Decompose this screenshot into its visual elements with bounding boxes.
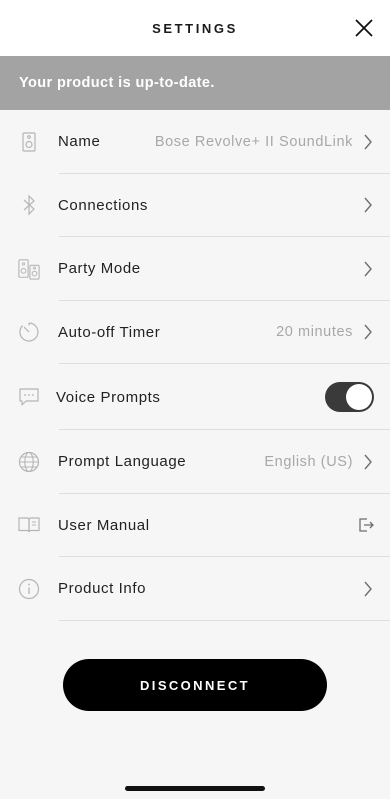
disconnect-button[interactable]: DISCONNECT — [63, 659, 327, 711]
book-icon — [18, 514, 40, 536]
settings-item-product-info[interactable]: Product Info — [0, 557, 390, 621]
settings-item-connections[interactable]: Connections — [0, 174, 390, 238]
chevron-right-icon — [364, 261, 372, 277]
chevron-right-icon — [364, 134, 372, 150]
close-icon[interactable] — [355, 19, 373, 37]
globe-icon — [18, 451, 40, 473]
settings-item-label: User Manual — [58, 516, 150, 534]
settings-item-name[interactable]: Name Bose Revolve+ II SoundLink — [0, 110, 390, 174]
settings-item-label: Prompt Language — [58, 453, 187, 471]
speech-bubble-icon — [18, 386, 40, 408]
settings-item-auto-off-timer[interactable]: Auto-off Timer 20 minutes — [0, 301, 390, 365]
settings-item-value: 20 minutes — [276, 324, 353, 341]
settings-item-label: Auto-off Timer — [58, 323, 161, 341]
bluetooth-icon — [18, 194, 40, 216]
settings-item-party-mode[interactable]: Party Mode — [0, 237, 390, 301]
settings-list: Name Bose Revolve+ II SoundLink Connecti… — [0, 110, 390, 621]
page-title: SETTINGS — [152, 20, 238, 36]
update-status-banner: Your product is up-to-date. — [0, 56, 390, 110]
chevron-right-icon — [364, 324, 372, 340]
party-mode-icon — [18, 258, 40, 280]
settings-item-prompt-language[interactable]: Prompt Language English (US) — [0, 430, 390, 494]
settings-item-user-manual[interactable]: User Manual — [0, 494, 390, 558]
settings-item-label: Voice Prompts — [56, 388, 161, 406]
settings-item-label: Party Mode — [58, 260, 141, 278]
header: SETTINGS — [0, 0, 390, 56]
info-icon — [18, 578, 40, 600]
settings-item-label: Product Info — [58, 580, 147, 598]
timer-icon — [18, 321, 40, 343]
speaker-icon — [18, 131, 40, 153]
settings-item-label: Connections — [58, 196, 148, 214]
settings-item-value: English (US) — [264, 453, 353, 470]
settings-item-label: Name — [58, 133, 101, 151]
external-link-icon — [359, 518, 374, 532]
toggle-knob — [346, 384, 372, 410]
home-indicator — [125, 786, 265, 791]
chevron-right-icon — [364, 197, 372, 213]
chevron-right-icon — [364, 454, 372, 470]
chevron-right-icon — [364, 581, 372, 597]
update-status-text: Your product is up-to-date. — [19, 75, 215, 91]
voice-prompts-toggle[interactable] — [325, 382, 374, 412]
settings-item-voice-prompts: Voice Prompts — [0, 364, 390, 430]
settings-item-value: Bose Revolve+ II SoundLink — [154, 133, 353, 150]
